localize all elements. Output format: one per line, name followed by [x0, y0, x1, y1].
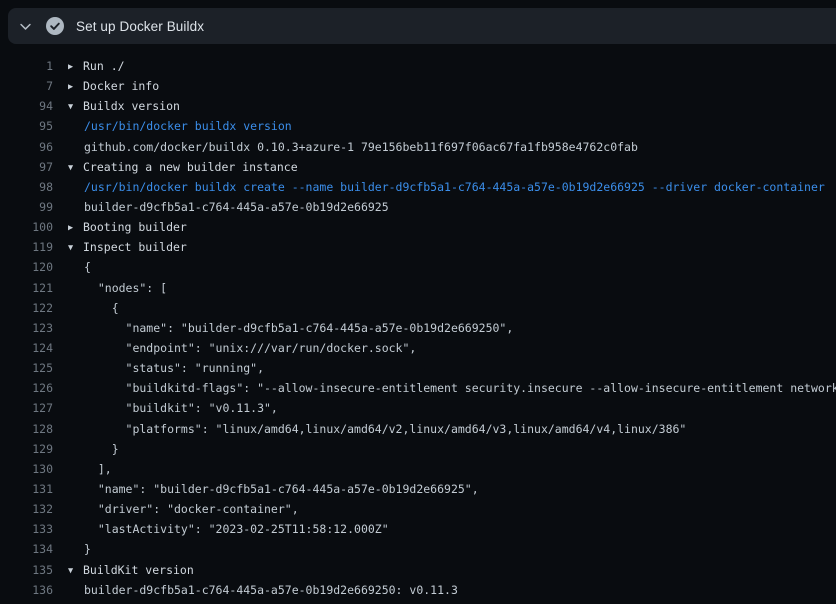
group-expanded-icon[interactable]: ▼	[68, 238, 83, 258]
group-collapsed-icon[interactable]: ▶	[68, 218, 83, 238]
log-line-text: ],	[84, 462, 112, 476]
log-line: 126 "buildkitd-flags": "--allow-insecure…	[0, 378, 836, 398]
line-number[interactable]: 96	[0, 137, 53, 157]
line-number[interactable]: 132	[0, 499, 53, 519]
log-line-text: Docker info	[83, 79, 159, 93]
chevron-down-icon	[19, 20, 32, 33]
log-container[interactable]: 1 ▶Run ./ 7 ▶Docker info 94 ▼Buildx vers…	[0, 44, 836, 604]
log-line: 135 ▼BuildKit version	[0, 560, 836, 580]
step-success-check-icon	[46, 17, 64, 35]
log-line-text: Run ./	[83, 59, 125, 73]
line-number[interactable]: 125	[0, 358, 53, 378]
line-number[interactable]: 134	[0, 539, 53, 559]
line-number[interactable]: 100	[0, 217, 53, 237]
group-expanded-icon[interactable]: ▼	[68, 561, 83, 581]
log-line-text: /usr/bin/docker buildx create --name bui…	[84, 180, 825, 194]
log-line: 125 "status": "running",	[0, 358, 836, 378]
line-number[interactable]: 133	[0, 519, 53, 539]
line-number[interactable]: 122	[0, 298, 53, 318]
log-line-text: "name": "builder-d9cfb5a1-c764-445a-a57e…	[84, 482, 479, 496]
log-line: 1 ▶Run ./	[0, 56, 836, 76]
log-line-text: {	[84, 301, 119, 315]
step-header[interactable]: Set up Docker Buildx	[8, 8, 836, 44]
log-line-text: "lastActivity": "2023-02-25T11:58:12.000…	[84, 522, 389, 536]
group-expanded-icon[interactable]: ▼	[68, 158, 83, 178]
log-line-text: /usr/bin/docker buildx version	[84, 119, 292, 133]
line-number[interactable]: 124	[0, 338, 53, 358]
log-line-text: Inspect builder	[83, 240, 187, 254]
log-line: 127 "buildkit": "v0.11.3",	[0, 398, 836, 418]
log-line-text: "name": "builder-d9cfb5a1-c764-445a-a57e…	[84, 321, 513, 335]
line-number[interactable]: 135	[0, 560, 53, 580]
log-line: 95 /usr/bin/docker buildx version	[0, 116, 836, 136]
line-number[interactable]: 126	[0, 378, 53, 398]
line-number[interactable]: 95	[0, 116, 53, 136]
log-line-text: builder-d9cfb5a1-c764-445a-a57e-0b19d2e6…	[84, 200, 389, 214]
line-number[interactable]: 131	[0, 479, 53, 499]
log-line: 133 "lastActivity": "2023-02-25T11:58:12…	[0, 519, 836, 539]
log-line-text: "status": "running",	[84, 361, 264, 375]
line-number[interactable]: 94	[0, 96, 53, 116]
collapse-step-button[interactable]	[8, 8, 42, 44]
log-line: 119 ▼Inspect builder	[0, 237, 836, 257]
group-expanded-icon[interactable]: ▼	[68, 97, 83, 117]
log-line: 134 }	[0, 539, 836, 559]
log-line-text: "endpoint": "unix:///var/run/docker.sock…	[84, 341, 416, 355]
log-line: 130 ],	[0, 459, 836, 479]
log-line-text: "buildkitd-flags": "--allow-insecure-ent…	[84, 381, 836, 395]
line-number[interactable]: 128	[0, 419, 53, 439]
log-line-text: "driver": "docker-container",	[84, 502, 299, 516]
line-number[interactable]: 129	[0, 439, 53, 459]
log-line: 123 "name": "builder-d9cfb5a1-c764-445a-…	[0, 318, 836, 338]
step-title: Set up Docker Buildx	[76, 19, 204, 34]
line-number[interactable]: 127	[0, 398, 53, 418]
log-line-text: "buildkit": "v0.11.3",	[84, 401, 278, 415]
log-line-text: Buildx version	[83, 99, 180, 113]
actions-log-viewer: Set up Docker Buildx 1 ▶Run ./ 7 ▶Docker…	[0, 0, 836, 604]
line-number[interactable]: 119	[0, 237, 53, 257]
log-line: 122 {	[0, 298, 836, 318]
line-number[interactable]: 97	[0, 157, 53, 177]
line-number[interactable]: 120	[0, 257, 53, 277]
log-line: 124 "endpoint": "unix:///var/run/docker.…	[0, 338, 836, 358]
group-collapsed-icon[interactable]: ▶	[68, 57, 83, 77]
log-line: 94 ▼Buildx version	[0, 96, 836, 116]
log-line: 136 builder-d9cfb5a1-c764-445a-a57e-0b19…	[0, 580, 836, 600]
log-line-text: builder-d9cfb5a1-c764-445a-a57e-0b19d2e6…	[84, 583, 458, 597]
log-line-text: }	[84, 542, 91, 556]
log-line: 131 "name": "builder-d9cfb5a1-c764-445a-…	[0, 479, 836, 499]
log-line-text: BuildKit version	[83, 563, 194, 577]
log-line: 96 github.com/docker/buildx 0.10.3+azure…	[0, 137, 836, 157]
line-number[interactable]: 123	[0, 318, 53, 338]
log-line-text: {	[84, 260, 91, 274]
line-number[interactable]: 7	[0, 76, 53, 96]
log-line: 128 "platforms": "linux/amd64,linux/amd6…	[0, 419, 836, 439]
log-line: 129 }	[0, 439, 836, 459]
log-line: 132 "driver": "docker-container",	[0, 499, 836, 519]
line-number[interactable]: 99	[0, 197, 53, 217]
log-line: 97 ▼Creating a new builder instance	[0, 157, 836, 177]
line-number[interactable]: 1	[0, 56, 53, 76]
log-line: 100 ▶Booting builder	[0, 217, 836, 237]
log-line: 7 ▶Docker info	[0, 76, 836, 96]
line-number[interactable]: 136	[0, 580, 53, 600]
log-line-text: github.com/docker/buildx 0.10.3+azure-1 …	[84, 140, 638, 154]
log-line: 120 {	[0, 257, 836, 277]
log-line: 121 "nodes": [	[0, 278, 836, 298]
log-line-text: "nodes": [	[84, 281, 167, 295]
log-line-text: Creating a new builder instance	[83, 160, 298, 174]
log-line: 99 builder-d9cfb5a1-c764-445a-a57e-0b19d…	[0, 197, 836, 217]
log-line: 98 /usr/bin/docker buildx create --name …	[0, 177, 836, 197]
line-number[interactable]: 98	[0, 177, 53, 197]
log-line-text: }	[84, 442, 119, 456]
log-line-text: Booting builder	[83, 220, 187, 234]
line-number[interactable]: 121	[0, 278, 53, 298]
log-line-text: "platforms": "linux/amd64,linux/amd64/v2…	[84, 422, 686, 436]
group-collapsed-icon[interactable]: ▶	[68, 77, 83, 97]
line-number[interactable]: 130	[0, 459, 53, 479]
